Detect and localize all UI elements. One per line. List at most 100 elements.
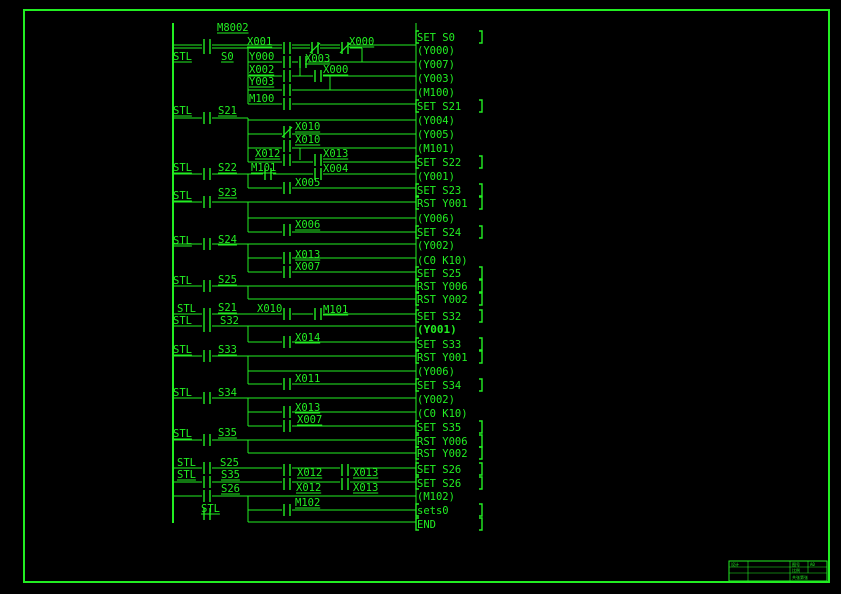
contact-label: Y000 (249, 51, 274, 63)
stl-label: STL (177, 303, 196, 315)
stl-label: STL (173, 235, 192, 247)
output-label: sets0 (417, 505, 449, 517)
stl-label: STL (173, 105, 192, 117)
contact-label: X000 (323, 64, 348, 76)
output-label: SET S23 (417, 185, 461, 197)
stl-label: STL (173, 162, 192, 174)
stl-label: STL (177, 469, 196, 481)
stl-label: STL (173, 51, 192, 63)
output-label: SET S25 (417, 268, 461, 280)
contact-label: X013 (295, 402, 320, 414)
contact-label: X001 (247, 36, 272, 48)
stl-label: STL (173, 275, 192, 287)
contact-label: Y003 (249, 76, 274, 88)
output-label: (M102) (417, 491, 455, 503)
contact-label: X004 (323, 163, 348, 175)
contact-label: X007 (297, 414, 322, 426)
output-label: SET S22 (417, 157, 461, 169)
output-label: RST Y002 (417, 294, 468, 306)
output-label: RST Y002 (417, 448, 468, 460)
contact-label: X012 (255, 148, 280, 160)
output-label: RST Y001 (417, 352, 468, 364)
contact-label: S33 (218, 344, 237, 356)
output-label: (C0 K10) (417, 255, 468, 267)
output--y007-: (Y007) (417, 59, 455, 71)
output-label: (Y000) (417, 45, 455, 57)
ladder-diagram: M8002STL S0X001 X000Y000 X003X002 X000Y003M1… (0, 0, 841, 594)
output-label: END (417, 519, 436, 531)
output--c0-k10-: (C0 K10) (417, 408, 468, 420)
contact-label: M102 (295, 497, 320, 509)
stl-label: STL (173, 428, 192, 440)
contact-label: S22 (218, 162, 237, 174)
output--c0-k10-: (C0 K10) (417, 255, 468, 267)
output-label: SET S34 (417, 380, 461, 392)
contact-label: M101 (251, 162, 276, 174)
contact-label: X010 (295, 134, 320, 146)
output-label: (Y003) (417, 73, 455, 85)
output--y002-: (Y002) (417, 394, 455, 406)
contact-label: M100 (249, 93, 274, 105)
output--y003-: (Y003) (417, 73, 455, 85)
contact-label: S21 (218, 105, 237, 117)
contact-label: X002 (249, 64, 274, 76)
contact-label: S25 (218, 274, 237, 286)
contact-label: S24 (218, 234, 237, 246)
output-label: (Y005) (417, 129, 455, 141)
output-label: SET S26 (417, 464, 461, 476)
output-label: SET S33 (417, 339, 461, 351)
contact-label: X013 (353, 482, 378, 494)
output--y006-: (Y006) (417, 213, 455, 225)
output-label: (C0 K10) (417, 408, 468, 420)
contact-label: S32 (220, 315, 239, 327)
contact-label: S21 (218, 302, 237, 314)
output-label: (Y006) (417, 366, 455, 378)
output--m101-: (M101) (417, 143, 455, 155)
output-label: SET S35 (417, 422, 461, 434)
stl-label: STL (173, 344, 192, 356)
contact-label: X013 (295, 249, 320, 261)
title-block-cell: A0 (810, 562, 815, 567)
output--y001-: (Y001) (417, 323, 457, 336)
contact-label: X013 (353, 467, 378, 479)
output--y006-: (Y006) (417, 366, 455, 378)
output--y005-: (Y005) (417, 129, 455, 141)
contact-label: X013 (323, 148, 348, 160)
output--y000-: (Y000) (417, 45, 455, 57)
contact-label: X012 (296, 482, 321, 494)
contact-label: M101 (323, 304, 348, 316)
contact-label: S23 (218, 187, 237, 199)
output-label: (M101) (417, 143, 455, 155)
output-label: (Y001) (417, 323, 457, 336)
contact-label: X000 (349, 36, 374, 48)
output-label: SET S21 (417, 101, 461, 113)
output-label: (Y001) (417, 171, 455, 183)
output-label: (M100) (417, 87, 455, 99)
output-label: (Y006) (417, 213, 455, 225)
output-label: SET S26 (417, 478, 461, 490)
contact-label: X012 (297, 467, 322, 479)
title-block-cell: 图号 (792, 561, 800, 567)
contact-label: S26 (221, 483, 240, 495)
stl-label: STL (177, 457, 196, 469)
output-label: RST Y001 (417, 198, 468, 210)
stl-label: STL (173, 190, 192, 202)
contact-label: S25 (220, 457, 239, 469)
stl-label: STL (173, 315, 192, 327)
contact-label: M8002 (217, 22, 249, 34)
contact-label: X014 (295, 332, 320, 344)
title-block-cell: 设计 (731, 561, 739, 567)
output--m102-: (M102) (417, 491, 455, 503)
output-label: (Y002) (417, 394, 455, 406)
output--m100-: (M100) (417, 87, 455, 99)
contact-label: X011 (295, 373, 320, 385)
output--y004-: (Y004) (417, 115, 455, 127)
output-label: RST Y006 (417, 436, 468, 448)
title-block-cell: 比例 (792, 567, 800, 573)
contact-label: X007 (295, 261, 320, 273)
contact-label: S0 (221, 51, 234, 63)
contact-label: X010 (295, 121, 320, 133)
output-label: SET S24 (417, 227, 461, 239)
output-label: (Y002) (417, 240, 455, 252)
contact-label: X010 (257, 303, 282, 315)
